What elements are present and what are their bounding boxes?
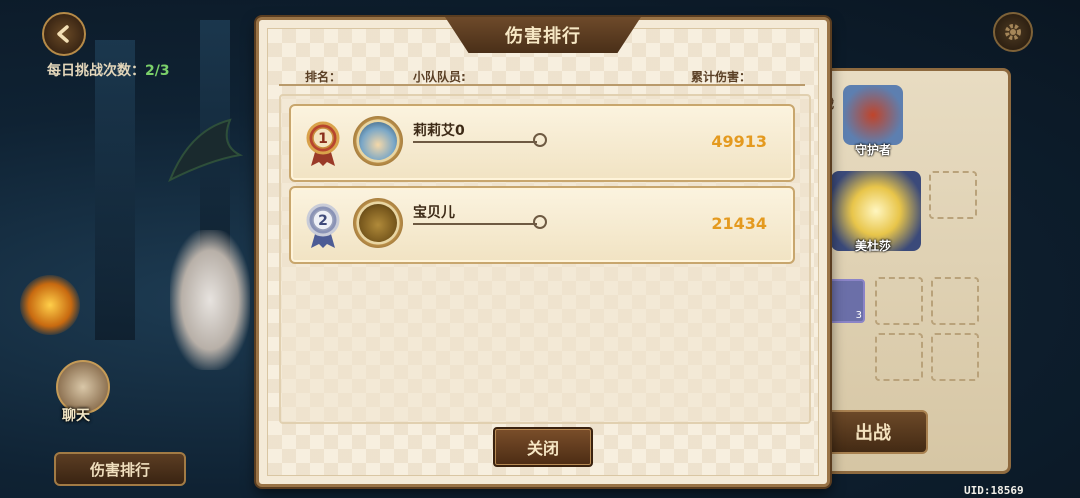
daily-challenge-count: 2/3 [145, 63, 170, 79]
gear-icon [1005, 24, 1021, 40]
damage-ranking-modal: 伤害排行 排名： 小队队员: 累计伤害： 1 莉莉艾0 49913 2 宝贝儿 … [256, 17, 830, 487]
uid-label: UID:18569 [964, 484, 1024, 497]
player-name: 莉莉艾0 [413, 123, 465, 139]
team-slot[interactable] [931, 277, 979, 325]
rank-medal-icon: 1 [306, 121, 340, 166]
ranking-row[interactable]: 1 莉莉艾0 49913 [289, 104, 795, 182]
deploy-button[interactable]: 出战 [818, 410, 928, 454]
name-underline-end [533, 215, 547, 229]
close-button[interactable]: 关闭 [493, 427, 593, 467]
header-rank: 排名： [305, 70, 342, 84]
character-sprite [170, 230, 250, 370]
hero-portrait-guardian[interactable] [843, 85, 903, 145]
rank-number: 1 [318, 131, 328, 147]
avatar-image [359, 122, 397, 160]
name-underline [413, 223, 537, 225]
player-name: 宝贝儿 [413, 205, 455, 221]
chat-label: 聊天 [62, 408, 90, 424]
back-arrow-icon [57, 25, 69, 43]
damage-value: 21434 [711, 214, 767, 233]
header-damage: 累计伤害： [691, 70, 752, 84]
modal-title: 伤害排行 [505, 26, 581, 47]
back-button[interactable] [42, 12, 86, 56]
rank-number: 2 [318, 213, 328, 229]
daily-challenge-label: 每日挑战次数： [47, 63, 145, 79]
damage-ranking-button[interactable]: 伤害排行 [54, 452, 186, 486]
header-divider [279, 84, 805, 86]
rank-medal-icon: 2 [306, 203, 340, 248]
ranking-row[interactable]: 2 宝贝儿 21434 [289, 186, 795, 264]
ranking-list[interactable]: 1 莉莉艾0 49913 2 宝贝儿 21434 [279, 94, 811, 424]
player-avatar[interactable] [353, 116, 403, 166]
item-count: 3 [855, 310, 862, 321]
header-team: 小队队员: [413, 70, 466, 84]
modal-title-tab: 伤害排行 [445, 17, 641, 53]
avatar-image [359, 204, 397, 242]
team-slot[interactable] [929, 171, 977, 219]
dragon-silhouette [168, 118, 244, 183]
background-pillar [95, 40, 135, 340]
name-underline-end [533, 133, 547, 147]
team-slot[interactable] [875, 277, 923, 325]
hero-name-medusa: 美杜莎 [855, 239, 892, 253]
player-avatar[interactable] [353, 198, 403, 248]
settings-button[interactable] [993, 12, 1033, 52]
name-underline [413, 141, 537, 143]
team-slot[interactable] [931, 333, 979, 381]
damage-value: 49913 [711, 132, 767, 151]
daily-challenge-counter: 每日挑战次数：2/3 [47, 60, 170, 80]
torch-glow [20, 275, 80, 335]
hero-name-guardian: 守护者 [855, 143, 892, 157]
item-chest-icon[interactable]: 3 [825, 279, 865, 323]
team-slot[interactable] [875, 333, 923, 381]
